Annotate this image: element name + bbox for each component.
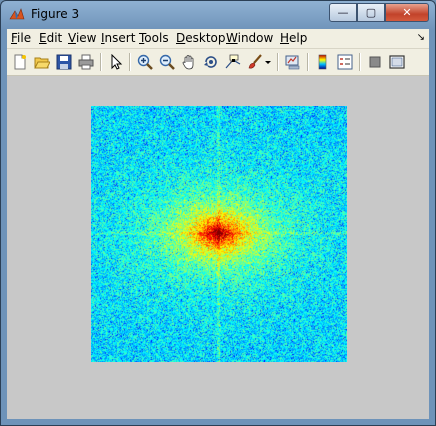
menu-insert[interactable]: Insert (101, 31, 135, 45)
maximize-icon: ▢ (365, 6, 377, 19)
link-plot-icon[interactable] (283, 52, 303, 72)
zoom-in-icon[interactable] (135, 52, 155, 72)
menu-bar: File Edit View Insert Tools Desktop Wind… (7, 29, 429, 49)
open-file-icon[interactable] (32, 52, 52, 72)
menu-window[interactable]: Window (226, 31, 273, 45)
save-figure-icon[interactable] (54, 52, 74, 72)
brush-icon[interactable] (245, 52, 265, 72)
figure-canvas[interactable] (7, 76, 429, 419)
menu-desktop[interactable]: Desktop (176, 31, 226, 45)
insert-colorbar-icon[interactable] (313, 52, 333, 72)
zoom-out-icon[interactable] (157, 52, 177, 72)
close-button[interactable]: ✕ (385, 3, 429, 22)
minimize-button[interactable]: — (329, 3, 357, 22)
menu-help[interactable]: Help (280, 31, 307, 45)
minimize-icon: — (337, 6, 349, 19)
data-cursor-icon[interactable] (223, 52, 243, 72)
dock-arrow-icon[interactable]: ↘ (417, 32, 425, 43)
pan-icon[interactable] (179, 52, 199, 72)
menu-file[interactable]: File (11, 31, 31, 45)
brush-dropdown-icon[interactable] (263, 52, 273, 72)
maximize-button[interactable]: ▢ (357, 3, 385, 22)
fft-spectrum-image[interactable] (91, 106, 347, 362)
close-icon: ✕ (402, 6, 412, 19)
figure-toolbar (7, 49, 429, 76)
insert-legend-icon[interactable] (335, 52, 355, 72)
matlab-icon (9, 8, 25, 20)
new-figure-icon[interactable] (10, 52, 30, 72)
menu-tools[interactable]: Tools (139, 31, 169, 45)
show-plot-tools-icon[interactable] (387, 52, 407, 72)
hide-plot-tools-icon[interactable] (365, 52, 385, 72)
menu-view[interactable]: View (68, 31, 96, 45)
rotate-3d-icon[interactable] (201, 52, 221, 72)
figure-window: Figure 3 — ▢ ✕ File Edit View Insert Too… (0, 0, 436, 426)
print-figure-icon[interactable] (76, 52, 96, 72)
edit-plot-icon[interactable] (106, 52, 126, 72)
figure-client-area: File Edit View Insert Tools Desktop Wind… (7, 29, 429, 419)
title-bar[interactable]: Figure 3 — ▢ ✕ (1, 1, 435, 29)
window-title: Figure 3 (31, 7, 80, 21)
menu-edit[interactable]: Edit (39, 31, 62, 45)
